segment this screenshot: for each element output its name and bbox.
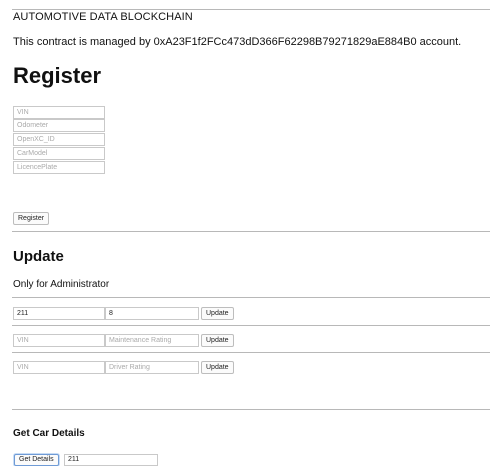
- odometer-input[interactable]: Odometer: [13, 119, 105, 132]
- register-button[interactable]: Register: [13, 212, 50, 225]
- update-odometer-button[interactable]: Update: [201, 307, 234, 320]
- driver-rating-input[interactable]: Driver Rating: [105, 361, 199, 374]
- update-vin-input[interactable]: 211: [13, 307, 105, 320]
- licence-plate-input[interactable]: LicencePlate: [13, 161, 105, 174]
- divider: [12, 297, 490, 298]
- update-driver-rating-button[interactable]: Update: [201, 361, 234, 374]
- vin-input[interactable]: VIN: [13, 106, 105, 119]
- divider: [12, 409, 490, 410]
- register-heading: Register: [13, 63, 102, 88]
- update-heading: Update: [13, 248, 64, 265]
- maintenance-rating-input[interactable]: Maintenance Rating: [105, 334, 199, 347]
- update-subheading: Only for Administrator: [13, 279, 110, 290]
- divider: [12, 231, 490, 232]
- update-vin-input[interactable]: VIN: [13, 334, 105, 347]
- top-divider: [12, 9, 490, 10]
- update-maintenance-button[interactable]: Update: [201, 334, 234, 347]
- contract-owner-text: This contract is managed by 0xA23F1f2FCc…: [13, 36, 462, 48]
- get-details-heading: Get Car Details: [13, 428, 85, 439]
- odometer-value-input[interactable]: 8: [105, 307, 199, 320]
- car-model-input[interactable]: CarModel: [13, 147, 105, 160]
- openxc-id-input[interactable]: OpenXC_ID: [13, 133, 105, 146]
- update-vin-input[interactable]: VIN: [13, 361, 105, 374]
- get-details-button[interactable]: Get Details: [14, 454, 59, 466]
- details-vin-input[interactable]: 211: [64, 454, 158, 466]
- app-title: AUTOMOTIVE DATA BLOCKCHAIN: [13, 11, 193, 23]
- divider: [12, 325, 490, 326]
- divider: [12, 352, 490, 353]
